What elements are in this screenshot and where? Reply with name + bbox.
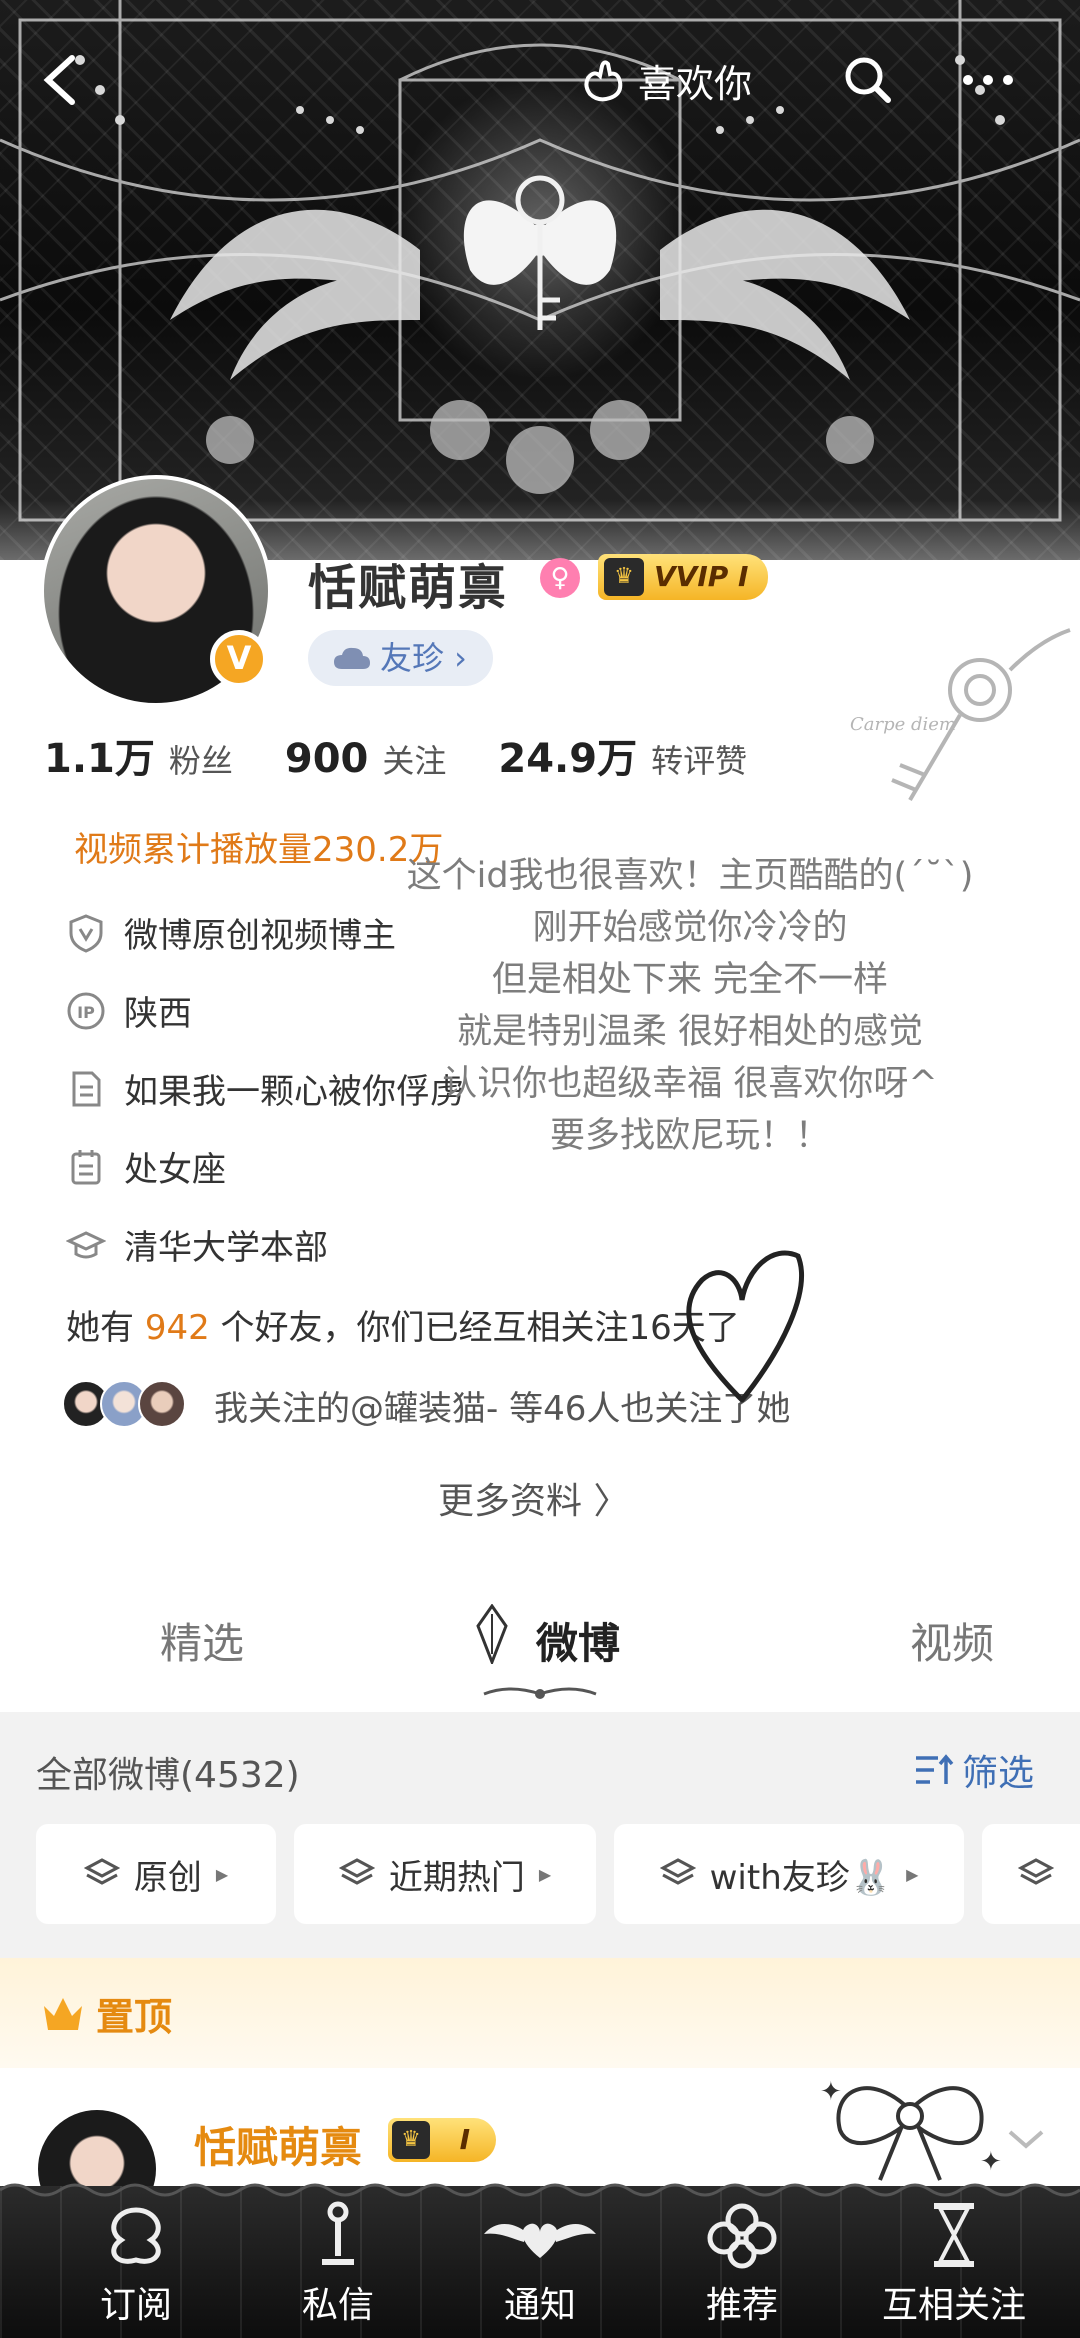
winged-heart-icon bbox=[484, 2223, 596, 2258]
info-zodiac: 处女座 bbox=[66, 1142, 226, 1191]
document-icon bbox=[72, 1071, 101, 1106]
triangle-right-icon: ▶ bbox=[215, 1864, 229, 1884]
like-hand-icon bbox=[584, 60, 623, 102]
chip-with-friend[interactable]: with友珍🐰 ▶ bbox=[614, 1824, 964, 1924]
triangle-right-icon: ▶ bbox=[906, 1864, 919, 1884]
ip-icon: IP bbox=[67, 992, 105, 1029]
avatar bbox=[138, 1380, 186, 1428]
friends-count[interactable]: 942 bbox=[145, 1308, 210, 1348]
hourglass-icon bbox=[934, 2203, 974, 2267]
profile-stats: 1.1万 粉丝 900 关注 24.9万 转评赞 bbox=[44, 726, 799, 784]
hand-drawn-heart bbox=[686, 1250, 804, 1403]
calendar-icon bbox=[71, 1149, 101, 1184]
like-button[interactable]: 喜欢你 bbox=[580, 52, 752, 108]
crown-icon bbox=[44, 1997, 82, 2030]
svg-text:✦: ✦ bbox=[980, 2147, 1002, 2177]
clover-icon bbox=[707, 2203, 777, 2269]
triangle-right-icon: ▶ bbox=[538, 1864, 552, 1884]
chip-more[interactable] bbox=[982, 1824, 1080, 1924]
profile-tabs: 精选 微博 视频 bbox=[0, 1603, 1080, 1710]
filter-button[interactable]: 筛选 bbox=[914, 1744, 1034, 1796]
following-stat[interactable]: 900 关注 bbox=[285, 736, 447, 782]
dagger-icon bbox=[470, 1603, 514, 1668]
followers-stat[interactable]: 1.1万 粉丝 bbox=[44, 726, 233, 784]
more-info-link[interactable]: 更多资料 〉 bbox=[438, 1472, 629, 1524]
layers-icon bbox=[659, 1858, 696, 1885]
svg-text:IP: IP bbox=[77, 1003, 95, 1022]
mutual-avatars bbox=[62, 1380, 190, 1430]
candle-stand-icon bbox=[322, 2201, 354, 2265]
more-options-icon[interactable] bbox=[958, 52, 1018, 108]
active-tab-indicator bbox=[483, 1687, 597, 1699]
cloud-icon bbox=[334, 647, 370, 669]
nav-recommended[interactable]: 推荐 bbox=[672, 2200, 812, 2328]
post-author-name[interactable]: 恬赋萌禀 bbox=[194, 2114, 362, 2175]
svg-text:✦: ✦ bbox=[820, 2077, 842, 2107]
chip-original[interactable]: 原创 ▶ bbox=[36, 1824, 276, 1924]
nav-subscriptions[interactable]: 订阅 bbox=[66, 2200, 206, 2328]
mutual-follow-info: 她有 942 个好友，你们已经互相关注16天了 bbox=[66, 1308, 740, 1348]
key-sticker: Carpe diem bbox=[850, 628, 1071, 802]
layers-icon bbox=[83, 1858, 120, 1885]
fan-club-badge[interactable]: 友珍 › bbox=[308, 630, 493, 686]
nav-messages[interactable]: 私信 bbox=[268, 2200, 408, 2328]
back-arrow-icon[interactable] bbox=[38, 50, 82, 110]
banner-signature: Carpe diem bbox=[850, 714, 956, 735]
ornament-knot-icon bbox=[111, 2207, 161, 2264]
chip-recent-hot[interactable]: 近期热门 ▶ bbox=[294, 1824, 596, 1924]
reposts-likes-stat[interactable]: 24.9万 转评赞 bbox=[498, 726, 747, 784]
layers-icon bbox=[1018, 1858, 1054, 1885]
nav-mutual-follow[interactable]: 互相关注 bbox=[864, 2200, 1044, 2328]
layers-icon bbox=[338, 1858, 375, 1885]
tab-weibo[interactable]: 微博 bbox=[536, 1610, 620, 1671]
filter-icon bbox=[916, 1754, 954, 1784]
crown-icon: ♛ bbox=[604, 558, 644, 596]
tab-videos[interactable]: 视频 bbox=[910, 1610, 994, 1671]
chevron-down-icon[interactable] bbox=[1004, 2124, 1048, 2154]
info-school: 清华大学本部 bbox=[66, 1220, 328, 1269]
info-ip-location: IP 陕西 bbox=[66, 986, 192, 1035]
crown-icon: ♛ bbox=[392, 2121, 430, 2159]
nav-lace-border bbox=[0, 2183, 1080, 2197]
all-posts-count: 全部微博(4532) bbox=[36, 1755, 300, 1796]
search-icon[interactable] bbox=[842, 52, 892, 108]
tab-featured[interactable]: 精选 bbox=[160, 1610, 244, 1671]
graduation-cap-icon bbox=[66, 1230, 106, 1258]
shield-v-icon bbox=[69, 913, 103, 953]
bow-sticker: ✦ ✦ bbox=[820, 2077, 1002, 2181]
nav-notifications[interactable]: 通知 bbox=[470, 2200, 610, 2328]
verified-v-badge: V bbox=[210, 630, 268, 688]
handwritten-note: 这个id我也很喜欢！主页酷酷的(ˊ˘ˋ) 刚开始感觉你冷冷的 但是相处下来 完全… bbox=[406, 856, 974, 1156]
profile-name: 恬赋萌禀 bbox=[308, 560, 509, 616]
post-vip-badge[interactable]: ♛ I bbox=[388, 2118, 496, 2162]
vvip-badge[interactable]: ♛ VVIP I bbox=[598, 554, 769, 600]
pinned-label: 置顶 bbox=[40, 1986, 172, 2041]
female-gender-icon: ♀ bbox=[540, 558, 580, 598]
like-label: 喜欢你 bbox=[638, 61, 753, 106]
